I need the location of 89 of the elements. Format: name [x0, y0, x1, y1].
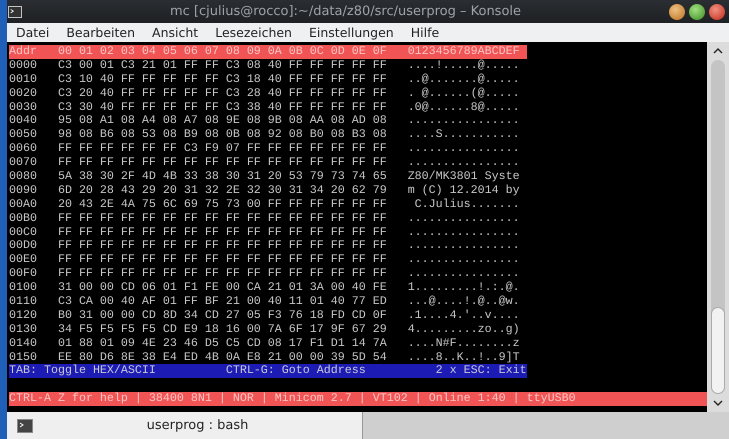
hex-bytes: 95 08 A1 08 A4 08 A7 08 9E 08 9B 08 AA 08 AD 08	[58, 114, 388, 128]
ascii-text: 4.........zo..g)	[408, 322, 520, 337]
hex-bytes: 20 43 2E 4A 75 6C 69 75 73 00 FF FF FF FF FF FF	[58, 198, 388, 212]
ascii-text: .1....4.'..v....	[408, 308, 520, 323]
hex-bytes: FF FF FF FF FF FF FF FF FF FF FF FF FF FF FF FF	[58, 226, 388, 240]
scroll-down-icon[interactable]	[713, 400, 723, 406]
hex-bytes: 98 08 B6 08 53 08 B9 08 0B 08 92 08 B0 08 B3 08	[58, 128, 388, 142]
ascii-heading: 0123456789ABCDEF	[408, 45, 520, 59]
ascii-text: ....!.....@.....	[408, 58, 520, 73]
address-cell-text: 0150	[9, 350, 38, 364]
scroll-up-icon[interactable]	[713, 48, 723, 54]
address-cell-text: 00C0	[9, 226, 38, 240]
address-cell-text: 0110	[9, 295, 38, 309]
offset-headings: 00 01 02 03 04 05 06 07 08 09 0A 0B 0C 0D 0E 0F	[58, 45, 388, 59]
menu-item[interactable]: Einstellungen	[308, 25, 394, 40]
address-cell-text: 0060	[9, 142, 38, 156]
help-text: TAB: Toggle HEX/ASCII	[9, 364, 156, 378]
ascii-text: Z80/MK3801 Syste	[408, 170, 520, 184]
menu-item[interactable]: Ansicht	[152, 25, 198, 40]
hex-bytes: 6D 20 28 43 29 20 31 32 2E 32 30 31 34 20 62 79	[58, 184, 388, 198]
menu-item[interactable]: Hilfe	[410, 25, 440, 40]
hex-bytes: C3 20 40 FF FF FF FF FF C3 28 40 FF FF FF FF FF	[58, 86, 388, 101]
address-cell-text: 0120	[9, 308, 38, 323]
ascii-text: ....S...........	[408, 128, 520, 142]
address-cell-text: 00B0	[9, 212, 38, 226]
hex-bytes: EE 80 D6 8E 38 E4 ED 4B 0A E8 21 00 00 39 5D 54	[58, 350, 388, 364]
ascii-text: C.Julius.......	[414, 198, 520, 212]
ascii-text: ................	[408, 114, 520, 128]
ascii-text: ................	[408, 142, 520, 156]
ascii-text: .0@......8@.....	[408, 100, 520, 114]
address-cell-text: 0020	[9, 86, 38, 101]
address-heading: Addr	[9, 45, 38, 59]
hex-bytes: FF FF FF FF FF FF FF FF FF FF FF FF FF FF FF FF	[58, 156, 388, 170]
address-cell-text: 0050	[9, 128, 38, 142]
close-button[interactable]	[709, 4, 725, 20]
terminal-icon[interactable]	[8, 6, 22, 18]
ascii-text: 1.........!.:.@.	[408, 281, 520, 296]
menu-item[interactable]: Lesezeichen	[215, 25, 292, 40]
address-cell-text: 0080	[9, 170, 38, 184]
hex-bytes: FF FF FF FF FF FF FF FF FF FF FF FF FF FF FF FF	[58, 239, 388, 254]
address-cell-text: 0130	[9, 322, 38, 337]
ascii-text: m (C) 12.2014 by	[408, 184, 520, 198]
ascii-text: ................	[408, 156, 520, 170]
hex-bytes: B0 31 00 00 CD 8D 34 CD 27 05 F3 76 18 FD CD 0F	[58, 308, 388, 323]
address-cell-text: 0100	[9, 281, 38, 296]
menu-item[interactable]: Datei	[16, 25, 50, 40]
ascii-text: ................	[408, 267, 520, 282]
address-cell-text: 0030	[9, 100, 38, 114]
hex-bytes: FF FF FF FF FF FF FF FF FF FF FF FF FF FF FF FF	[58, 253, 388, 268]
ascii-text: ....8..K..!..9]T	[408, 350, 520, 364]
address-cell-text: 0140	[9, 336, 38, 351]
scroll-thumb[interactable]	[711, 307, 725, 394]
hex-bytes: C3 30 40 FF FF FF FF FF C3 38 40 FF FF FF FF FF	[58, 100, 388, 114]
hex-bytes: C3 CA 00 40 AF 01 FF BF 21 00 40 11 01 40 77 ED	[58, 295, 388, 309]
ascii-text: ................	[408, 253, 520, 268]
hex-bytes: FF FF FF FF FF FF FF FF FF FF FF FF FF FF FF FF	[58, 267, 388, 282]
ascii-text: ...@....!.@..@w.	[408, 295, 520, 309]
session-tab[interactable]: userprog : bash	[7, 412, 363, 439]
maximize-button[interactable]	[689, 4, 705, 20]
hex-bytes: 31 00 00 CD 06 01 F1 FE 00 CA 21 01 3A 00 40 FE	[58, 281, 388, 296]
address-cell-text: 0070	[9, 156, 38, 170]
address-cell-text: 0010	[9, 72, 38, 87]
terminal-icon	[17, 418, 33, 432]
help-text: 2 x ESC: Exit	[436, 364, 527, 378]
address-cell-text: 00D0	[9, 239, 38, 254]
hex-bytes: C3 00 01 C3 21 01 FF FF C3 08 40 FF FF FF FF FF	[58, 58, 388, 73]
address-cell-text: 00F0	[9, 267, 38, 282]
address-cell-text: 0040	[9, 114, 38, 128]
ascii-text: ................	[408, 239, 520, 254]
scrollbar[interactable]	[707, 42, 729, 412]
hex-bytes: FF FF FF FF FF FF FF FF FF FF FF FF FF FF FF FF	[58, 212, 388, 226]
minimize-button[interactable]	[669, 4, 685, 20]
menu-item[interactable]: Bearbeiten	[66, 25, 136, 40]
help-text: CTRL-G: Goto Address	[226, 364, 366, 378]
window-title: mc [cjulius@rocco]:~/data/z80/src/userprog – Konsole	[168, 4, 522, 19]
ascii-text: ....N#F........z	[408, 336, 520, 351]
hex-bytes: C3 10 40 FF FF FF FF FF C3 18 40 FF FF FF FF FF	[58, 72, 388, 87]
ascii-text: . @......(@.....	[408, 86, 520, 101]
ascii-text: ................	[408, 212, 520, 226]
address-cell-text: 0090	[9, 184, 38, 198]
ascii-text: ..@.......@.....	[408, 72, 520, 87]
address-cell-text: 00A0	[9, 198, 38, 212]
ascii-text: ................	[408, 226, 520, 240]
hex-bytes: 5A 38 30 2F 4D 4B 33 38 30 31 20 53 79 73 74 65	[58, 170, 388, 184]
address-cell-text: 00E0	[9, 253, 38, 268]
hex-bytes: 01 88 01 09 4E 23 46 D5 C5 CD 08 17 F1 D1 14 7A	[58, 336, 388, 351]
hex-bytes: 34 F5 F5 F5 F5 CD E9 18 16 00 7A 6F 17 9F 67 29	[58, 322, 388, 337]
hex-bytes: FF FF FF FF FF FF C3 F9 07 FF FF FF FF FF FF FF	[58, 142, 388, 156]
address-cell-text: 0000	[9, 58, 38, 73]
